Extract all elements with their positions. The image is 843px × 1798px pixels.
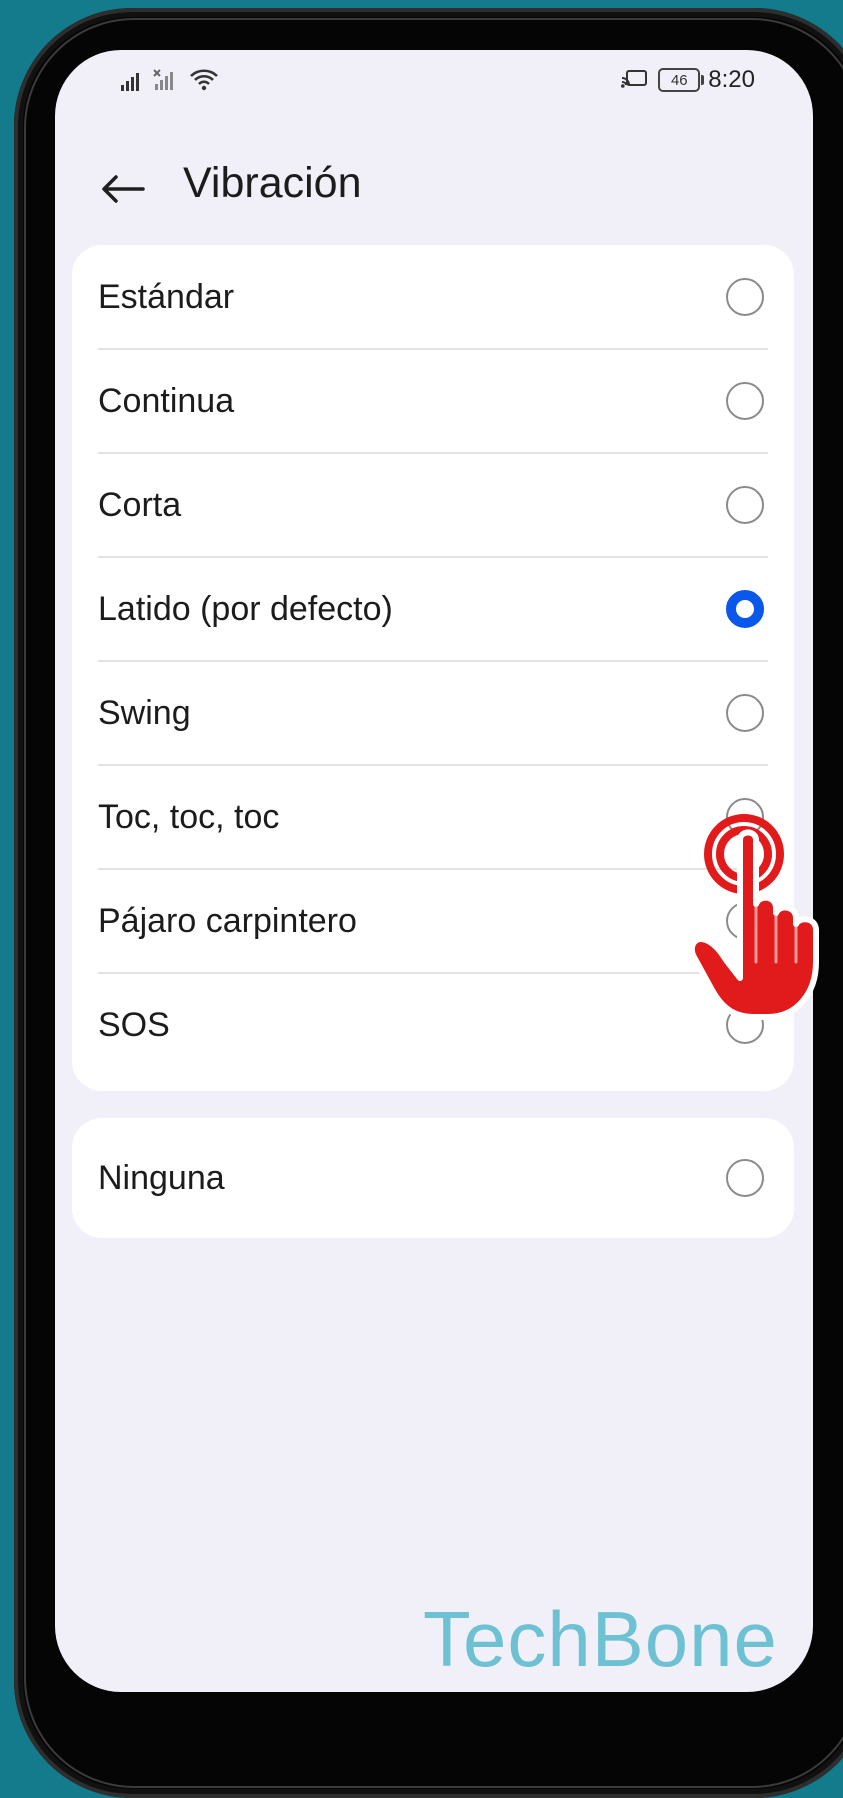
- option-row-pajaro-carpintero[interactable]: Pájaro carpintero: [72, 869, 794, 973]
- signal-muted-icon: [153, 69, 173, 90]
- option-row-ninguna[interactable]: Ninguna: [72, 1126, 794, 1230]
- vibration-options-card: Estándar Continua Corta Latido (por defe…: [72, 245, 794, 1091]
- status-time: 8:20: [708, 66, 755, 93]
- radio-ninguna[interactable]: [726, 1159, 764, 1197]
- radio-continua[interactable]: [726, 382, 764, 420]
- status-bar: 46 8:20: [55, 50, 813, 118]
- status-left: [120, 68, 220, 92]
- option-label: Latido (por defecto): [98, 589, 393, 628]
- radio-swing[interactable]: [726, 694, 764, 732]
- page-title: Vibración: [183, 159, 362, 207]
- header: Vibración: [55, 152, 813, 220]
- radio-corta[interactable]: [726, 486, 764, 524]
- option-row-sos[interactable]: SOS: [72, 973, 794, 1077]
- battery-icon: 46: [658, 68, 705, 92]
- option-label: Ninguna: [98, 1158, 225, 1197]
- option-label: Corta: [98, 485, 182, 524]
- option-row-toc-toc-toc[interactable]: Toc, toc, toc: [72, 765, 794, 869]
- option-row-latido[interactable]: Latido (por defecto): [72, 557, 794, 661]
- option-row-swing[interactable]: Swing: [72, 661, 794, 765]
- option-label: Toc, toc, toc: [98, 797, 280, 836]
- watermark: TechBone: [423, 1595, 778, 1683]
- hand-pointer-icon: [688, 814, 819, 1020]
- battery-level: 46: [670, 71, 688, 89]
- cast-icon: [621, 70, 648, 88]
- status-right: 46 8:20: [620, 66, 755, 94]
- radio-estandar[interactable]: [726, 278, 764, 316]
- radio-latido-selected[interactable]: [726, 590, 764, 628]
- option-row-corta[interactable]: Corta: [72, 453, 794, 557]
- none-option-card: Ninguna: [72, 1118, 794, 1238]
- back-arrow-icon[interactable]: [99, 165, 147, 213]
- option-row-continua[interactable]: Continua: [72, 349, 794, 453]
- option-label: Estándar: [98, 277, 235, 316]
- wifi-icon: [190, 69, 218, 91]
- option-label: SOS: [98, 1005, 170, 1044]
- signal-icon: [121, 73, 139, 91]
- option-row-estandar[interactable]: Estándar: [72, 245, 794, 349]
- option-label: Continua: [98, 381, 235, 420]
- option-label: Swing: [98, 693, 191, 732]
- option-label: Pájaro carpintero: [98, 901, 357, 940]
